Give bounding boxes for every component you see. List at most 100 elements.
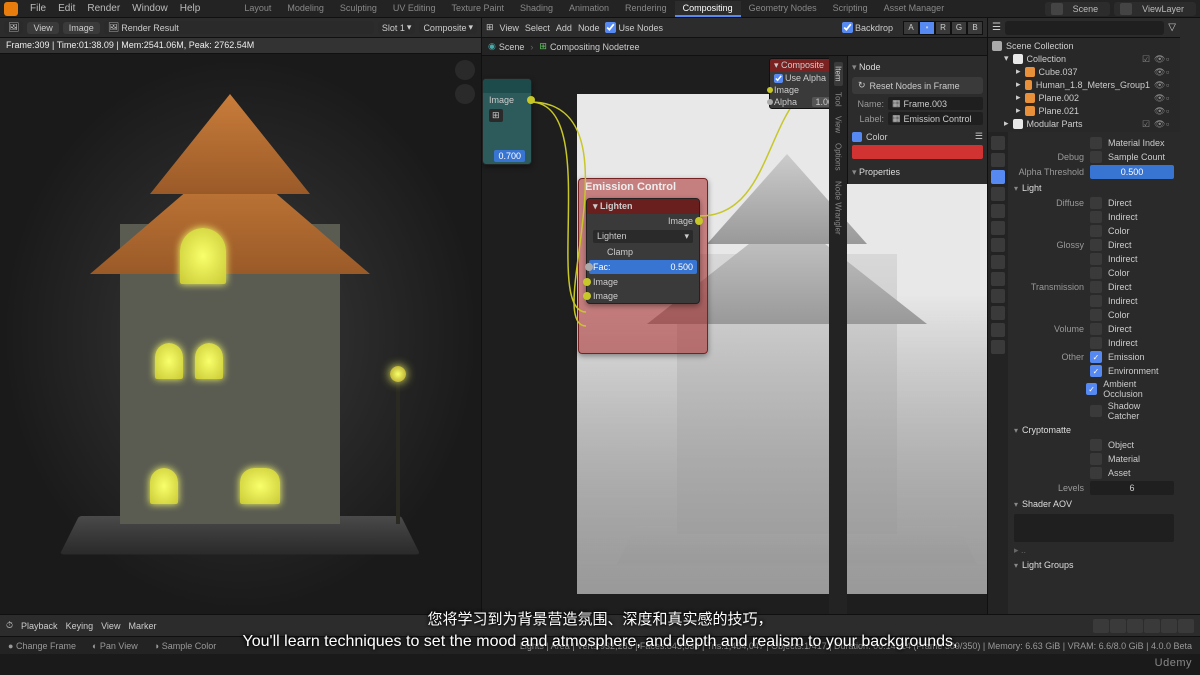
crumb-scene[interactable]: ◉Scene [488, 41, 524, 52]
menu-window[interactable]: Window [126, 3, 174, 14]
node-name-field[interactable]: ▦Frame.003 [888, 97, 983, 110]
node-mix-lighten[interactable]: ▾ Lighten Image Lighten▾ Clamp Fac:0.500… [586, 198, 700, 304]
tab-scripting[interactable]: Scripting [825, 1, 876, 17]
mesh-icon [1025, 80, 1032, 90]
node-breadcrumb: ◉Scene › ⊞Compositing Nodetree [482, 38, 987, 56]
tab-shading[interactable]: Shading [512, 1, 561, 17]
section-shader-aov[interactable]: Shader AOV [1014, 496, 1174, 512]
ne-menu-view[interactable]: View [500, 23, 519, 33]
menu-edit[interactable]: Edit [52, 3, 81, 14]
use-nodes-toggle[interactable]: Use Nodes [605, 22, 663, 33]
pass-select[interactable]: Composite▾ [419, 21, 477, 34]
ptab-render[interactable] [991, 136, 1005, 150]
ptab-material[interactable] [991, 323, 1005, 337]
npanel-properties-header[interactable]: Properties [852, 165, 983, 180]
node-sidebar-panel: Node ↻Reset Nodes in Frame Name:▦Frame.0… [847, 56, 987, 184]
menu-help[interactable]: Help [174, 3, 207, 14]
scene-selector[interactable]: Scene [1045, 2, 1111, 16]
ptab-physics[interactable] [991, 272, 1005, 286]
tab-layout[interactable]: Layout [236, 1, 279, 17]
tab-texture[interactable]: Texture Paint [443, 1, 512, 17]
ptab-modifier[interactable] [991, 238, 1005, 252]
outliner-item[interactable]: ▸Plane.021👁▫ [988, 104, 1180, 117]
ptab-world[interactable] [991, 204, 1005, 218]
ne-menu-node[interactable]: Node [578, 23, 600, 33]
properties-body: Material Index DebugSample Count Alpha T… [1008, 132, 1180, 614]
node-editor-header: ⊞ View Select Add Node Use Nodes Backdro… [482, 18, 987, 38]
right-panels: ☰ ▽ Scene Collection ▾Collection☑👁▫ ▸Cub… [988, 18, 1200, 614]
tab-rendering[interactable]: Rendering [617, 1, 675, 17]
subtitle-english: You'll learn techniques to set the mood … [0, 633, 1200, 651]
ne-menu-add[interactable]: Add [556, 23, 572, 33]
backdrop-toggle[interactable]: Backdrop [842, 22, 893, 33]
node-side-tabs: Item Tool View Options Node Wrangler [829, 56, 847, 614]
blend-mode-dropdown[interactable]: Lighten▾ [593, 230, 693, 243]
outliner-header: ☰ ▽ [988, 18, 1180, 38]
tab-animation[interactable]: Animation [561, 1, 617, 17]
ptab-data[interactable] [991, 306, 1005, 320]
ptab-output[interactable] [991, 153, 1005, 167]
tab-compositing[interactable]: Compositing [675, 1, 741, 17]
render-stats: Frame:309 | Time:01:38.09 | Mem:2541.06M… [0, 38, 481, 54]
node-label-field[interactable]: ▦Emission Control [888, 112, 983, 125]
section-light[interactable]: Light [1014, 180, 1174, 196]
scene-collection-icon [992, 41, 1002, 51]
reset-nodes-button[interactable]: ↻Reset Nodes in Frame [852, 77, 983, 94]
outliner-item[interactable]: ▸Cube.037👁▫ [988, 65, 1180, 78]
ne-menu-select[interactable]: Select [525, 23, 550, 33]
render-viewport[interactable] [0, 54, 481, 614]
crumb-nodetree[interactable]: ⊞Compositing Nodetree [539, 41, 639, 52]
editor-type-icon[interactable]: 🖼 [4, 21, 23, 34]
section-crypto[interactable]: Cryptomatte [1014, 422, 1174, 438]
viewlayer-selector[interactable]: ViewLayer [1114, 2, 1196, 16]
ptab-scene[interactable] [991, 187, 1005, 201]
slot-select[interactable]: Slot 1▾ [378, 21, 416, 34]
side-tab-tool[interactable]: Tool [834, 88, 843, 111]
mesh-icon [1025, 106, 1035, 116]
levels-field[interactable]: 6 [1090, 481, 1174, 495]
side-tab-options[interactable]: Options [834, 139, 843, 175]
menu-render[interactable]: Render [81, 3, 126, 14]
outliner-item[interactable]: ▸Human_1.8_Meters_Group1👁▫ [988, 78, 1180, 91]
node-group-partial[interactable]: Image ⊞ 0.700 [482, 78, 532, 165]
outliner-search[interactable] [1005, 21, 1164, 35]
menu-file[interactable]: File [24, 3, 52, 14]
top-menu-bar: File Edit Render Window Help Layout Mode… [0, 0, 1200, 18]
section-light-groups[interactable]: Light Groups [1014, 557, 1174, 573]
image-datablock[interactable]: 🖼Render Result [104, 21, 374, 34]
ptab-viewlayer[interactable] [991, 170, 1005, 184]
ptab-particle[interactable] [991, 255, 1005, 269]
ptab-texture[interactable] [991, 340, 1005, 354]
tab-sculpting[interactable]: Sculpting [332, 1, 385, 17]
ptab-constraint[interactable] [991, 289, 1005, 303]
outliner-tree[interactable]: Scene Collection ▾Collection☑👁▫ ▸Cube.03… [988, 38, 1180, 132]
tab-modeling[interactable]: Modeling [279, 1, 332, 17]
side-tab-item[interactable]: Item [834, 62, 843, 86]
outliner-icon[interactable]: ☰ [992, 22, 1001, 33]
side-tab-view[interactable]: View [834, 112, 843, 137]
ptab-object[interactable] [991, 221, 1005, 235]
properties-editor: Material Index DebugSample Count Alpha T… [988, 132, 1180, 614]
side-tab-wrangler[interactable]: Node Wrangler [834, 177, 843, 239]
alpha-threshold-slider[interactable]: 0.500 [1090, 165, 1174, 179]
subtitle-chinese: 您将学习到为背景营造氛围、深度和真实感的技巧， [0, 608, 1200, 629]
shader-aov-list[interactable] [1014, 514, 1174, 542]
zoom-icon[interactable] [455, 60, 475, 80]
ie-menu-view[interactable]: View [27, 22, 58, 34]
tab-asset[interactable]: Asset Manager [876, 1, 953, 17]
collection-icon [1013, 54, 1023, 64]
npanel-node-header[interactable]: Node [852, 60, 983, 75]
outliner-item[interactable]: ▸Plane.002👁▫ [988, 91, 1180, 104]
tab-uv[interactable]: UV Editing [385, 1, 444, 17]
collection-icon [1013, 119, 1023, 129]
outliner-filter-icon[interactable]: ▽ [1168, 22, 1176, 33]
tab-geonodes[interactable]: Geometry Nodes [741, 1, 825, 17]
ie-menu-image[interactable]: Image [63, 22, 100, 34]
node-color-swatch[interactable] [852, 145, 983, 159]
node-canvas[interactable]: Image ⊞ 0.700 Emission Control ▾ Lighten… [482, 56, 987, 614]
blender-logo-icon [4, 2, 18, 16]
layer-icon [1120, 3, 1132, 15]
channel-buttons[interactable]: A•RGB [903, 21, 983, 35]
pan-icon[interactable] [455, 84, 475, 104]
node-editor-type-icon[interactable]: ⊞ [486, 22, 494, 33]
